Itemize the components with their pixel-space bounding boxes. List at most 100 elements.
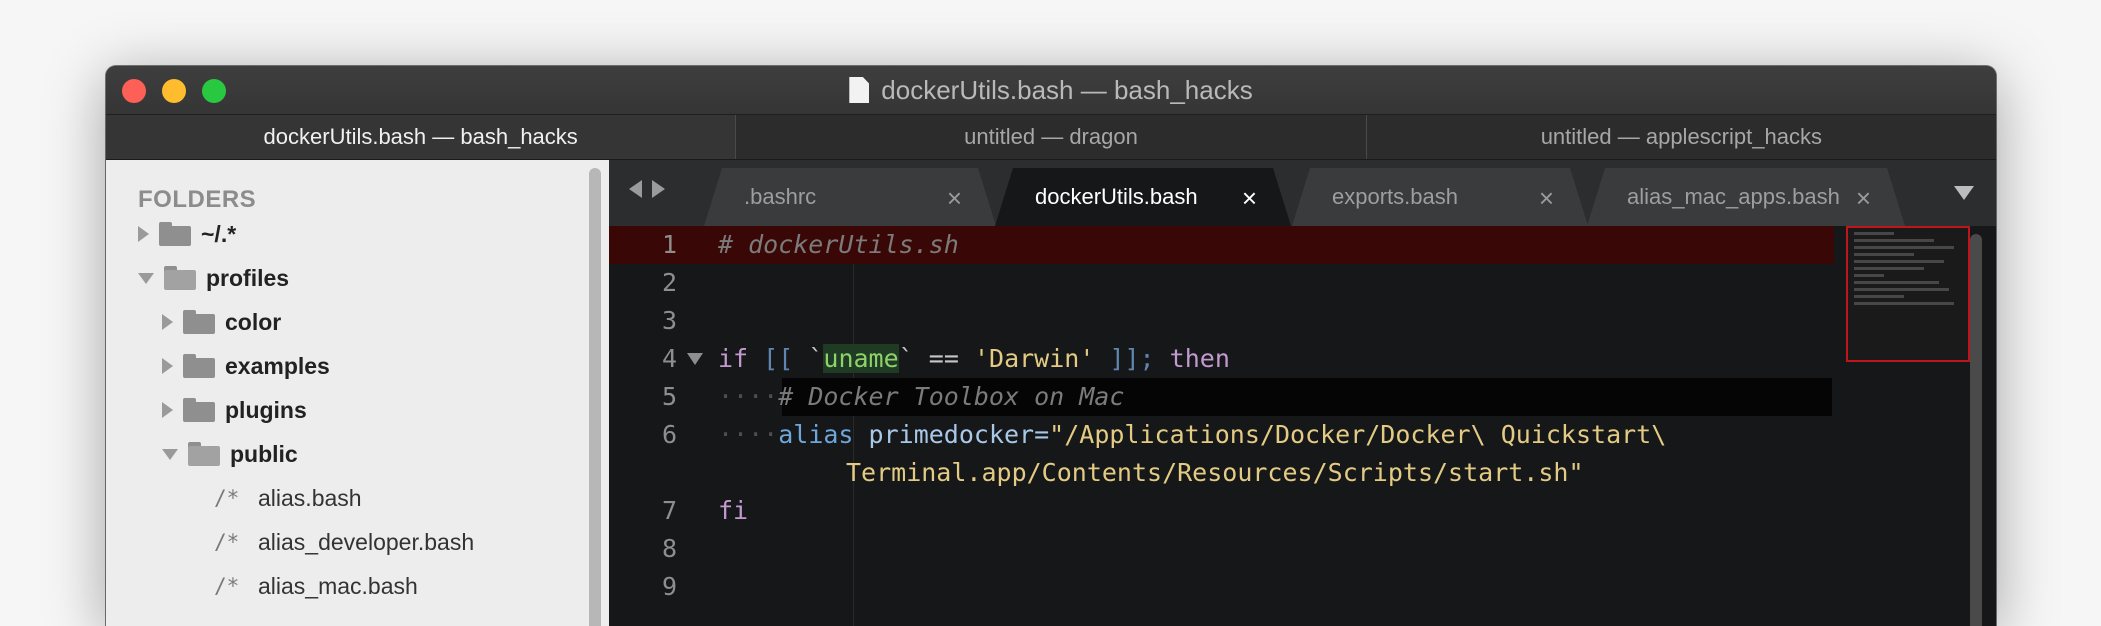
tab-overflow-menu-icon[interactable] — [1954, 186, 1974, 200]
line-number: 7 — [661, 496, 677, 525]
disclosure-collapsed-icon[interactable] — [138, 226, 149, 242]
close-tab-icon[interactable]: × — [1856, 183, 1871, 214]
window-tab-bash-hacks[interactable]: dockerUtils.bash — bash_hacks — [106, 115, 736, 159]
minimap-line — [1854, 281, 1939, 284]
minimap-line — [1854, 239, 1934, 242]
minimap-line — [1854, 260, 1944, 263]
tab-label: alias_mac_apps.bash — [1627, 184, 1840, 209]
sidebar-scrollbar[interactable] — [589, 168, 601, 626]
window-tab-dragon[interactable]: untitled — dragon — [735, 115, 1366, 159]
minimap-line — [1854, 274, 1884, 277]
code-line-wrapped[interactable]: Terminal.app/Contents/Resources/Scripts/… — [609, 454, 1834, 492]
file-tab-dockerutils[interactable]: dockerUtils.bash × — [995, 168, 1291, 226]
source-file-icon: /* — [214, 486, 240, 510]
editor-pane: .bashrc × dockerUtils.bash × exports.bas… — [609, 160, 1996, 626]
line-number: 1 — [661, 230, 677, 259]
window-tab-bar: dockerUtils.bash — bash_hacks untitled —… — [106, 115, 1996, 160]
code-line[interactable]: 7 fi — [609, 492, 1834, 530]
close-tab-icon[interactable]: × — [947, 183, 962, 214]
code-text: Terminal.app/Contents/Resources/Scripts/… — [846, 454, 1584, 492]
tab-label: dockerUtils.bash — [1035, 184, 1198, 209]
folder-label: color — [225, 308, 282, 335]
line-number: 6 — [661, 420, 677, 449]
code-text: ····# Docker Toolbox on Mac — [718, 378, 1124, 416]
fold-toggle-icon[interactable] — [687, 353, 703, 365]
file-tab-alias-mac-apps[interactable]: alias_mac_apps.bash × — [1587, 168, 1905, 226]
folder-label: profiles — [206, 264, 290, 291]
disclosure-collapsed-icon[interactable] — [162, 402, 173, 418]
code-comment: # Docker Toolbox on Mac — [778, 382, 1125, 411]
minimap-line — [1854, 295, 1904, 298]
string-darwin: 'Darwin' — [973, 344, 1095, 373]
line-number: 8 — [661, 534, 677, 563]
folder-icon — [159, 222, 191, 246]
folder-icon — [183, 398, 215, 422]
tree-file-alias-mac[interactable]: /* alias_mac.bash — [214, 566, 418, 606]
line-number: 2 — [661, 268, 677, 297]
keyword-fi: fi — [718, 496, 749, 525]
open-folder-icon — [188, 442, 220, 466]
close-tab-icon[interactable]: × — [1539, 183, 1554, 214]
source-file-icon: /* — [214, 530, 240, 554]
code-line[interactable]: 6 ····alias primedocker="/Applications/D… — [609, 416, 1834, 454]
code-line[interactable]: 1 # dockerUtils.sh — [609, 226, 1834, 264]
tab-label: .bashrc — [744, 184, 817, 209]
code-line[interactable]: 2 — [609, 264, 1834, 302]
previous-tab-icon[interactable] — [629, 180, 642, 198]
open-folder-icon — [164, 266, 196, 290]
tree-folder-profiles[interactable]: profiles — [138, 258, 289, 298]
code-line[interactable]: 9 — [609, 568, 1834, 606]
title-bar[interactable]: dockerUtils.bash — bash_hacks — [106, 66, 1996, 115]
disclosure-collapsed-icon[interactable] — [162, 314, 173, 330]
tree-file-alias-developer[interactable]: /* alias_developer.bash — [214, 522, 474, 562]
keyword-if: if — [718, 344, 749, 373]
file-tab-exports[interactable]: exports.bash × — [1292, 168, 1588, 226]
window-title: dockerUtils.bash — bash_hacks — [881, 74, 1253, 105]
file-tab-bashrc[interactable]: .bashrc × — [704, 168, 996, 226]
line-number: 5 — [661, 382, 677, 411]
tree-folder-plugins[interactable]: plugins — [162, 390, 307, 430]
file-label: alias_mac.bash — [258, 572, 418, 599]
next-tab-icon[interactable] — [652, 180, 665, 198]
minimap[interactable] — [1846, 226, 1970, 362]
code-line[interactable]: 8 — [609, 530, 1834, 568]
disclosure-expanded-icon[interactable] — [162, 448, 178, 460]
file-tab-bar: .bashrc × dockerUtils.bash × exports.bas… — [609, 160, 1996, 226]
alias-name: primedocker= — [868, 420, 1050, 449]
disclosure-expanded-icon[interactable] — [138, 272, 154, 284]
window-title-area: dockerUtils.bash — bash_hacks — [106, 66, 1996, 114]
command-uname: uname — [823, 344, 899, 373]
code-line[interactable]: 3 — [609, 302, 1834, 340]
folder-label: ~/.* — [201, 220, 237, 247]
minimap-line — [1854, 253, 1914, 256]
editor-scrollbar[interactable] — [1970, 234, 1982, 626]
window-tab-applescript-hacks[interactable]: untitled — applescript_hacks — [1365, 115, 1996, 159]
tree-folder-home-dotfiles[interactable]: ~/.* — [138, 214, 236, 254]
code-line[interactable]: 4 if [[ `uname` == 'Darwin' ]]; then — [609, 340, 1834, 378]
tree-folder-examples[interactable]: examples — [162, 346, 330, 386]
tree-file-alias[interactable]: /* alias.bash — [214, 478, 362, 518]
code-comment: # dockerUtils.sh — [718, 230, 959, 259]
code-line[interactable]: 5 ····# Docker Toolbox on Mac — [609, 378, 1834, 416]
editor-window: dockerUtils.bash — bash_hacks dockerUtil… — [106, 66, 1996, 626]
tree-folder-color[interactable]: color — [162, 302, 281, 342]
tree-folder-public[interactable]: public — [162, 434, 298, 474]
backtick: ` — [808, 344, 824, 373]
code-view[interactable]: 1 # dockerUtils.sh 2 3 4 if [[ `uname` =… — [609, 226, 1996, 626]
folder-icon — [183, 354, 215, 378]
disclosure-collapsed-icon[interactable] — [162, 358, 173, 374]
folder-label: examples — [225, 352, 330, 379]
backtick: ` — [898, 344, 914, 373]
minimap-line — [1854, 232, 1894, 235]
folder-label: public — [230, 440, 298, 467]
close-tab-icon[interactable]: × — [1242, 183, 1257, 214]
tab-navigation — [629, 180, 665, 198]
line-number: 4 — [661, 344, 677, 373]
folder-label: plugins — [225, 396, 307, 423]
file-label: alias.bash — [258, 484, 362, 511]
minimap-line — [1854, 246, 1954, 249]
string-path-part2: Terminal.app/Contents/Resources/Scripts/… — [846, 458, 1584, 487]
sidebar: FOLDERS ~/.* profiles color examples plu… — [106, 160, 609, 626]
line-number: 9 — [661, 572, 677, 601]
minimap-line — [1854, 288, 1949, 291]
